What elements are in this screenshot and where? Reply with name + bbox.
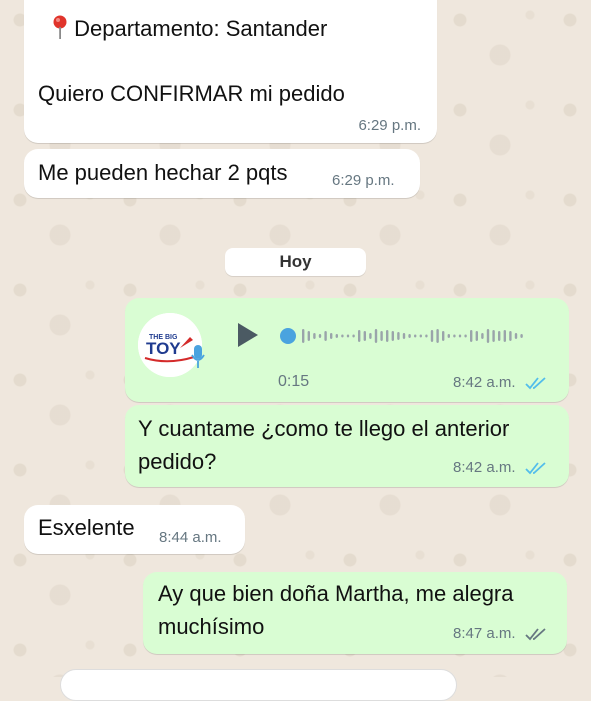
waveform-bar bbox=[498, 331, 501, 341]
message-time: 8:42 a.m. bbox=[453, 374, 516, 391]
waveform-bar bbox=[402, 333, 406, 339]
message-time-with-ticks: 8:47 a.m. bbox=[453, 625, 547, 643]
play-icon[interactable] bbox=[236, 322, 260, 348]
message-time: 8:47 a.m. bbox=[453, 625, 516, 642]
waveform-bar bbox=[481, 333, 484, 339]
message-text: Esxelente bbox=[38, 515, 135, 540]
waveform-bar bbox=[346, 334, 350, 338]
message-text-line-1: Y cuantame ¿como te llego el anterior bbox=[138, 416, 510, 441]
location-line: Departamento: Santander bbox=[52, 12, 327, 45]
waveform-bar bbox=[302, 329, 305, 343]
waveform-bar bbox=[386, 330, 389, 342]
waveform-bar bbox=[453, 334, 456, 338]
waveform-bar bbox=[341, 334, 344, 338]
message-location[interactable]: Departamento: Santander Quiero CONFIRMAR… bbox=[24, 0, 437, 143]
waveform-bar bbox=[397, 332, 400, 340]
waveform-bar bbox=[430, 330, 434, 342]
location-text: Departamento: Santander bbox=[74, 16, 328, 41]
voice-waveform[interactable] bbox=[280, 320, 550, 352]
message-text: Quiero CONFIRMAR mi pedido bbox=[38, 81, 345, 106]
message-text: Me pueden hechar 2 pqts bbox=[38, 160, 288, 185]
waveform-bar bbox=[470, 330, 473, 342]
waveform-bar bbox=[363, 331, 366, 341]
waveform-bar bbox=[419, 334, 422, 338]
waveform-bar bbox=[358, 330, 361, 342]
waveform-bar bbox=[425, 334, 428, 338]
waveform-bar bbox=[380, 331, 383, 341]
voice-duration: 0:15 bbox=[278, 373, 310, 390]
waveform-bar bbox=[408, 334, 411, 338]
waveform-bar bbox=[414, 334, 417, 338]
waveform-bar bbox=[514, 333, 518, 339]
playback-dot[interactable] bbox=[280, 328, 296, 344]
message-incoming[interactable]: Me pueden hechar 2 pqts 6:29 p.m. bbox=[24, 149, 420, 198]
waveform-bar bbox=[313, 333, 316, 339]
waveform-bar bbox=[464, 334, 467, 338]
waveform-bar bbox=[324, 331, 327, 341]
waveform-bar bbox=[391, 331, 394, 341]
microphone-icon bbox=[191, 345, 205, 368]
message-time: 8:44 a.m. bbox=[159, 529, 222, 546]
double-check-icon bbox=[525, 462, 546, 475]
double-check-icon bbox=[525, 377, 546, 390]
message-time: 8:42 a.m. bbox=[453, 459, 516, 476]
message-text-line-2: muchísimo bbox=[158, 614, 265, 639]
location-pin-icon bbox=[53, 15, 67, 39]
message-time-with-ticks: 8:42 a.m. bbox=[453, 459, 547, 477]
waveform-bar bbox=[509, 331, 512, 341]
waveform-bar bbox=[352, 334, 355, 338]
waveform-bar bbox=[369, 333, 372, 339]
message-composer[interactable] bbox=[60, 669, 457, 701]
waveform-bar bbox=[503, 330, 506, 342]
waveform-bar bbox=[442, 331, 445, 341]
waveform-bar bbox=[475, 331, 478, 341]
message-text-line-2: pedido? bbox=[138, 449, 217, 474]
waveform-bar bbox=[520, 334, 523, 338]
logo-big-text: TOY bbox=[146, 339, 181, 358]
waveform-bar bbox=[307, 331, 310, 341]
waveform-bar bbox=[335, 334, 338, 338]
waveform-bar bbox=[486, 329, 490, 343]
message-outgoing[interactable]: Ay que bien doña Martha, me alegra muchí… bbox=[143, 572, 567, 654]
waveform-bar bbox=[458, 334, 462, 338]
date-separator: Hoy bbox=[225, 248, 366, 276]
message-time: 6:29 p.m. bbox=[358, 117, 421, 134]
message-time-with-ticks: 8:42 a.m. bbox=[453, 374, 547, 392]
waveform-bar bbox=[374, 329, 378, 343]
waveform-bar bbox=[436, 329, 439, 343]
message-incoming[interactable]: Esxelente 8:44 a.m. bbox=[24, 505, 245, 554]
waveform-bar bbox=[447, 334, 450, 338]
message-time: 6:29 p.m. bbox=[332, 172, 395, 189]
double-check-icon bbox=[525, 628, 546, 641]
waveform-bar bbox=[330, 333, 333, 339]
message-text-line-1: Ay que bien doña Martha, me alegra bbox=[158, 581, 514, 606]
waveform-bar bbox=[492, 330, 495, 342]
waveform-bar bbox=[318, 334, 322, 338]
message-outgoing[interactable]: Y cuantame ¿como te llego el anterior pe… bbox=[125, 405, 569, 487]
